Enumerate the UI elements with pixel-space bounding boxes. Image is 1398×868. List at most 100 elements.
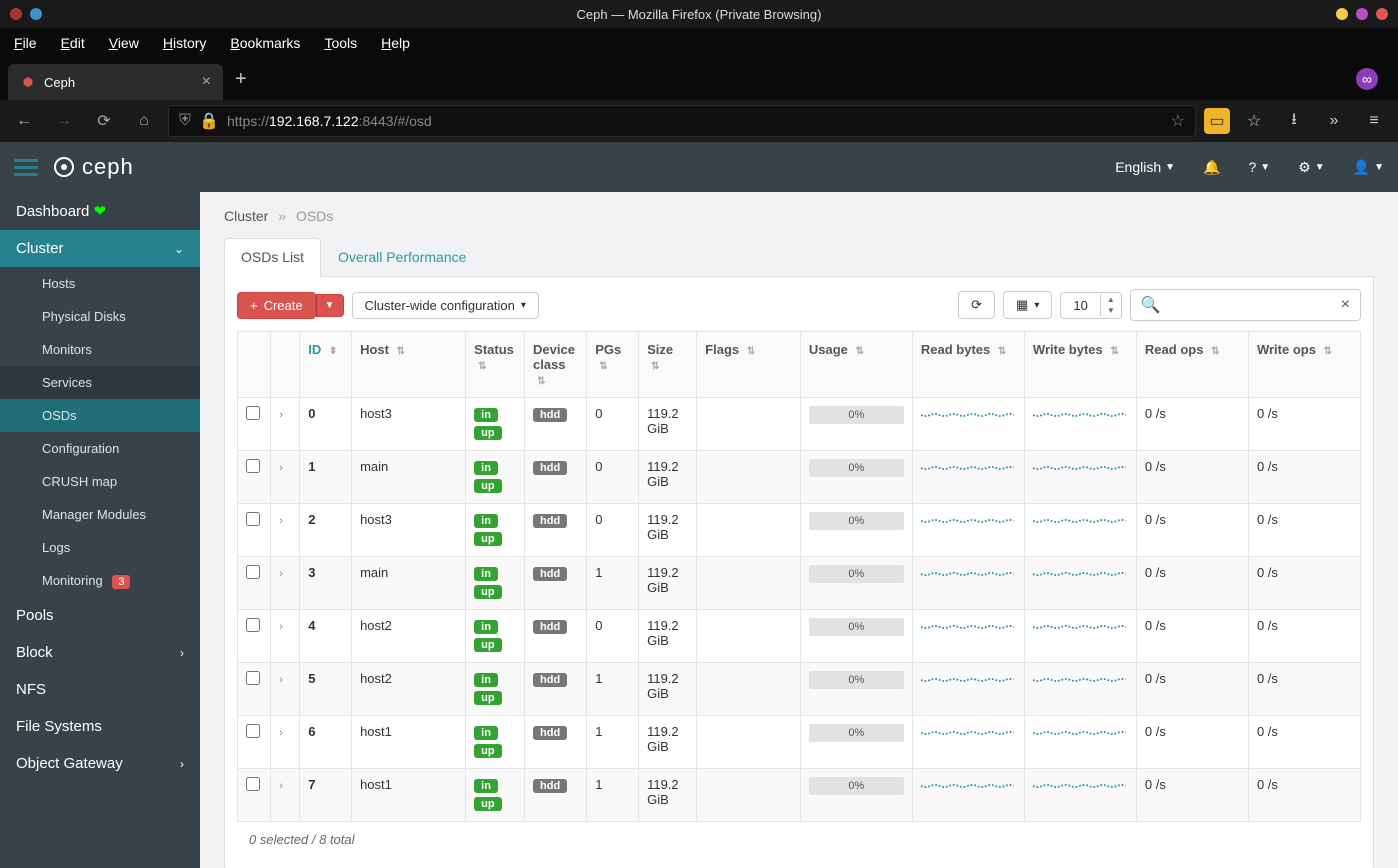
menu-bookmarks[interactable]: Bookmarks [230, 35, 300, 51]
table-row[interactable]: ›6host1inuphdd1119.2 GiB0%0 /s0 /s [238, 716, 1361, 769]
row-checkbox[interactable] [246, 459, 260, 473]
col-host[interactable]: Host ⇅ [352, 332, 466, 398]
col-write-ops[interactable]: Write ops ⇅ [1248, 332, 1360, 398]
expand-row-icon[interactable]: › [279, 568, 283, 580]
col-status[interactable]: Status⇅ [466, 332, 525, 398]
sidebar-item-services[interactable]: Services [0, 366, 200, 399]
user-button[interactable]: 👤▼ [1353, 159, 1384, 176]
sidebar-item-monitors[interactable]: Monitors [0, 333, 200, 366]
refresh-button[interactable]: ⟳ [958, 291, 995, 319]
table-row[interactable]: ›4host2inuphdd0119.2 GiB0%0 /s0 /s [238, 610, 1361, 663]
row-checkbox[interactable] [246, 565, 260, 579]
row-checkbox[interactable] [246, 512, 260, 526]
spin-up-icon[interactable]: ▲ [1101, 294, 1121, 305]
sidebar-item-osds[interactable]: OSDs [0, 399, 200, 432]
nav-home-button[interactable]: ⌂ [128, 105, 160, 137]
sidebar-item-nfs[interactable]: NFS [0, 671, 200, 708]
sidebar-item-logs[interactable]: Logs [0, 531, 200, 564]
hamburger-menu-button[interactable] [14, 159, 38, 176]
table-row[interactable]: ›5host2inuphdd1119.2 GiB0%0 /s0 /s [238, 663, 1361, 716]
expand-row-icon[interactable]: › [279, 515, 283, 527]
search-field[interactable] [1171, 290, 1331, 320]
col-usage[interactable]: Usage ⇅ [800, 332, 912, 398]
columns-button[interactable]: ▦▾ [1003, 291, 1052, 319]
expand-row-icon[interactable]: › [279, 780, 283, 792]
sidebar-item-monitoring[interactable]: Monitoring 3 [0, 564, 200, 597]
search-input[interactable]: 🔍 × [1130, 289, 1361, 321]
tab-overall-performance[interactable]: Overall Performance [321, 238, 483, 276]
row-checkbox[interactable] [246, 618, 260, 632]
nav-back-button[interactable]: ← [8, 105, 40, 137]
help-button[interactable]: ?▼ [1248, 159, 1270, 175]
menu-edit[interactable]: Edit [61, 35, 85, 51]
row-checkbox[interactable] [246, 724, 260, 738]
app-menu-icon[interactable]: ≡ [1358, 105, 1390, 137]
col-id[interactable]: ID ⬍ [300, 332, 352, 398]
menu-help[interactable]: Help [381, 35, 410, 51]
row-checkbox[interactable] [246, 406, 260, 420]
expand-row-icon[interactable]: › [279, 462, 283, 474]
window-minimize[interactable] [1336, 8, 1348, 20]
table-row[interactable]: ›1maininuphdd0119.2 GiB0%0 /s0 /s [238, 451, 1361, 504]
search-clear-icon[interactable]: × [1331, 290, 1360, 320]
window-close[interactable] [1376, 8, 1388, 20]
table-row[interactable]: ›7host1inuphdd1119.2 GiB0%0 /s0 /s [238, 769, 1361, 822]
tab-osds-list[interactable]: OSDs List [224, 238, 321, 277]
sidebar-item-object-gateway[interactable]: Object Gateway› [0, 745, 200, 782]
table-row[interactable]: ›2host3inuphdd0119.2 GiB0%0 /s0 /s [238, 504, 1361, 557]
sidebar-item-block[interactable]: Block› [0, 634, 200, 671]
tab-close-icon[interactable]: × [202, 73, 211, 91]
spin-down-icon[interactable]: ▼ [1101, 305, 1121, 316]
browser-tab[interactable]: ⬢ Ceph × [8, 64, 223, 100]
menu-view[interactable]: View [109, 35, 139, 51]
row-checkbox[interactable] [246, 671, 260, 685]
menu-history[interactable]: History [163, 35, 207, 51]
lock-icon[interactable]: 🔒 [199, 111, 219, 131]
cluster-wide-config-button[interactable]: Cluster-wide configuration▾ [352, 292, 539, 319]
url-input[interactable]: ⛨ 🔒 https://192.168.7.122:8443/#/osd ☆ [168, 105, 1196, 137]
col-flags[interactable]: Flags ⇅ [697, 332, 801, 398]
sidebar-item-pools[interactable]: Pools [0, 597, 200, 634]
expand-row-icon[interactable]: › [279, 674, 283, 686]
new-tab-button[interactable]: + [235, 68, 247, 91]
sidebar-item-physical-disks[interactable]: Physical Disks [0, 300, 200, 333]
sidebar-item-dashboard[interactable]: Dashboard ❤ [0, 192, 200, 230]
menu-tools[interactable]: Tools [324, 35, 357, 51]
settings-button[interactable]: ⚙▼ [1298, 159, 1324, 176]
page-size-input[interactable]: 10 ▲▼ [1060, 292, 1121, 319]
sidebar-item-filesystems[interactable]: File Systems [0, 708, 200, 745]
col-pgs[interactable]: PGs ⇅ [587, 332, 639, 398]
col-device-class[interactable]: Device class ⇅ [525, 332, 587, 398]
ceph-logo[interactable]: ceph [52, 154, 134, 180]
nav-forward-button[interactable]: → [48, 105, 80, 137]
nav-reload-button[interactable]: ⟳ [88, 105, 120, 137]
library-icon[interactable]: ☆ [1238, 105, 1270, 137]
menu-file[interactable]: File [14, 35, 37, 51]
sidebar-item-manager-modules[interactable]: Manager Modules [0, 498, 200, 531]
bookmark-star-icon[interactable]: ☆ [1171, 111, 1185, 131]
sidebar-item-crush-map[interactable]: CRUSH map [0, 465, 200, 498]
language-selector[interactable]: English▼ [1115, 159, 1175, 175]
notifications-button[interactable]: 🔔 [1203, 159, 1220, 176]
create-dropdown-button[interactable]: ▼ [316, 294, 344, 317]
expand-row-icon[interactable]: › [279, 621, 283, 633]
container-indicator-icon[interactable]: ▭ [1204, 108, 1230, 134]
sidebar-item-configuration[interactable]: Configuration [0, 432, 200, 465]
sidebar-item-cluster[interactable]: Cluster ⌄ [0, 230, 200, 267]
expand-row-icon[interactable]: › [279, 409, 283, 421]
overflow-icon[interactable]: » [1318, 105, 1350, 137]
col-size[interactable]: Size ⇅ [639, 332, 697, 398]
breadcrumb-cluster[interactable]: Cluster [224, 208, 268, 224]
downloads-icon[interactable]: ⭳ [1278, 105, 1310, 137]
shield-icon[interactable]: ⛨ [179, 112, 191, 130]
col-read-ops[interactable]: Read ops ⇅ [1136, 332, 1248, 398]
table-row[interactable]: ›0host3inuphdd0119.2 GiB0%0 /s0 /s [238, 398, 1361, 451]
window-maximize[interactable] [1356, 8, 1368, 20]
row-checkbox[interactable] [246, 777, 260, 791]
sidebar-item-hosts[interactable]: Hosts [0, 267, 200, 300]
expand-row-icon[interactable]: › [279, 727, 283, 739]
col-write-bytes[interactable]: Write bytes ⇅ [1024, 332, 1136, 398]
col-read-bytes[interactable]: Read bytes ⇅ [912, 332, 1024, 398]
create-button[interactable]: +Create [237, 292, 316, 319]
table-row[interactable]: ›3maininuphdd1119.2 GiB0%0 /s0 /s [238, 557, 1361, 610]
